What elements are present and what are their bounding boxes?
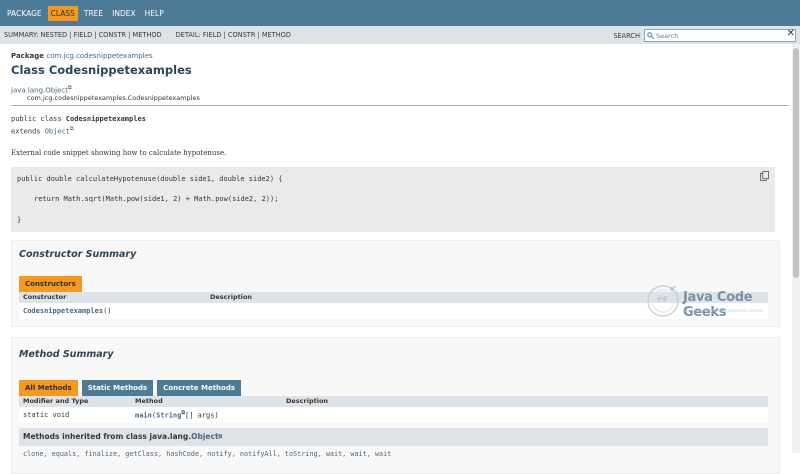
jcg-badge-text: jcg: [658, 295, 667, 302]
search-input[interactable]: Search: [644, 29, 796, 42]
search-reset-icon[interactable]: ✕: [787, 28, 795, 39]
code-line: return Math.sqrt(Math.pow(side1, 2) + Ma…: [34, 194, 279, 203]
class-description: External code snippet showing how to cal…: [11, 148, 227, 157]
nav-tree[interactable]: TREE: [81, 6, 106, 21]
code-line: public double calculateHypotenuse(double…: [17, 174, 283, 183]
column-modifier: Modifier and Type: [23, 397, 89, 406]
summary-links[interactable]: SUMMARY: NESTED | FIELD | CONSTR | METHO…: [4, 31, 162, 39]
signature-prefix: public class: [11, 115, 66, 124]
column-description: Description: [210, 293, 253, 302]
detail-links[interactable]: DETAIL: FIELD | CONSTR | METHOD: [176, 31, 291, 39]
page-title: Class Codesnippetexamples: [11, 63, 192, 77]
inherited-methods-list[interactable]: clone, equals, finalize, getClass, hashC…: [19, 446, 768, 458]
nav-class[interactable]: CLASS: [47, 5, 78, 21]
class-header: Package com.jcg.codesnippetexamples Clas…: [0, 44, 800, 102]
external-link-icon: ⧉: [68, 85, 72, 91]
inheritance-tree: java.lang.Object⧉: [11, 85, 789, 94]
package-label: Package: [11, 52, 44, 60]
sub-navigation-bar: SUMMARY: NESTED | FIELD | CONSTR | METHO…: [0, 26, 800, 44]
logo-sub-text: JAVA 2 JAVA DEVELOPERS RESOURCE CENTER: [683, 309, 763, 313]
extends-keyword: extends: [11, 127, 45, 136]
package-link[interactable]: com.jcg.codesnippetexamples: [46, 52, 152, 60]
method-summary: Method Summary All Methods Static Method…: [11, 336, 780, 474]
code-snippet: public double calculateHypotenuse(double…: [11, 166, 775, 232]
method-link[interactable]: main: [135, 411, 152, 419]
package-line: Package com.jcg.codesnippetexamples: [11, 52, 789, 60]
column-constructor: Constructor: [23, 293, 67, 302]
nav-index[interactable]: INDEX: [109, 6, 138, 21]
search-icon: [647, 32, 654, 39]
top-navigation-bar: PACKAGE CLASS TREE INDEX HELP: [0, 0, 800, 26]
method-tabs: All Methods Static Methods Concrete Meth…: [12, 379, 779, 396]
external-link-icon: ⧉: [70, 126, 74, 133]
param-rest: [] args): [184, 411, 219, 420]
search-placeholder: Search: [656, 31, 679, 40]
tab-concrete-methods[interactable]: Concrete Methods: [157, 379, 242, 396]
nav-help[interactable]: HELP: [142, 6, 167, 21]
column-method: Method: [135, 397, 163, 406]
search-area: SEARCH Search ✕: [613, 28, 796, 42]
method-modifier: static void: [23, 410, 70, 419]
inherited-methods-header: Methods inherited from class java.lang. O…: [19, 427, 768, 446]
constructor-params: (): [103, 306, 112, 315]
class-fqn: com.jcg.codesnippetexamples.Codesnippete…: [27, 94, 200, 103]
extends-link[interactable]: Object: [45, 128, 70, 136]
java-code-geeks-logo: jcg Java Code Geeks JAVA 2 JAVA DEVELOPE…: [645, 281, 780, 321]
param-type-link[interactable]: String: [156, 411, 181, 419]
divider: [11, 105, 789, 107]
vertical-scrollbar[interactable]: [792, 44, 800, 453]
table-header: Modifier and Type Method Description: [19, 395, 768, 407]
copy-icon[interactable]: [760, 170, 769, 181]
search-label: SEARCH: [613, 31, 640, 40]
tab-all-methods[interactable]: All Methods: [19, 379, 78, 396]
method-summary-title: Method Summary: [19, 348, 114, 360]
nav-package[interactable]: PACKAGE: [4, 6, 45, 21]
column-description: Description: [286, 397, 329, 406]
scrollbar-thumb[interactable]: [793, 48, 799, 278]
constructor-link[interactable]: Codesnippetexamples: [23, 307, 103, 315]
signature-name: Codesnippetexamples: [65, 115, 146, 124]
tab-constructors[interactable]: Constructors: [19, 275, 82, 292]
tab-static-methods[interactable]: Static Methods: [81, 379, 154, 396]
constructor-summary-title: Constructor Summary: [19, 248, 137, 260]
class-signature: public class Codesnippetexamples extends…: [11, 114, 789, 136]
table-row: static void main(String⧉[] args): [19, 406, 768, 423]
logo-brand-text: Java Code Geeks: [683, 290, 753, 320]
inherited-prefix: Methods inherited from class java.lang.: [23, 432, 192, 442]
inherited-class-link[interactable]: Object: [191, 432, 218, 441]
superclass-link[interactable]: java.lang.Object: [11, 86, 68, 94]
external-link-icon: ⧉: [218, 433, 223, 440]
code-line: }: [17, 215, 22, 224]
